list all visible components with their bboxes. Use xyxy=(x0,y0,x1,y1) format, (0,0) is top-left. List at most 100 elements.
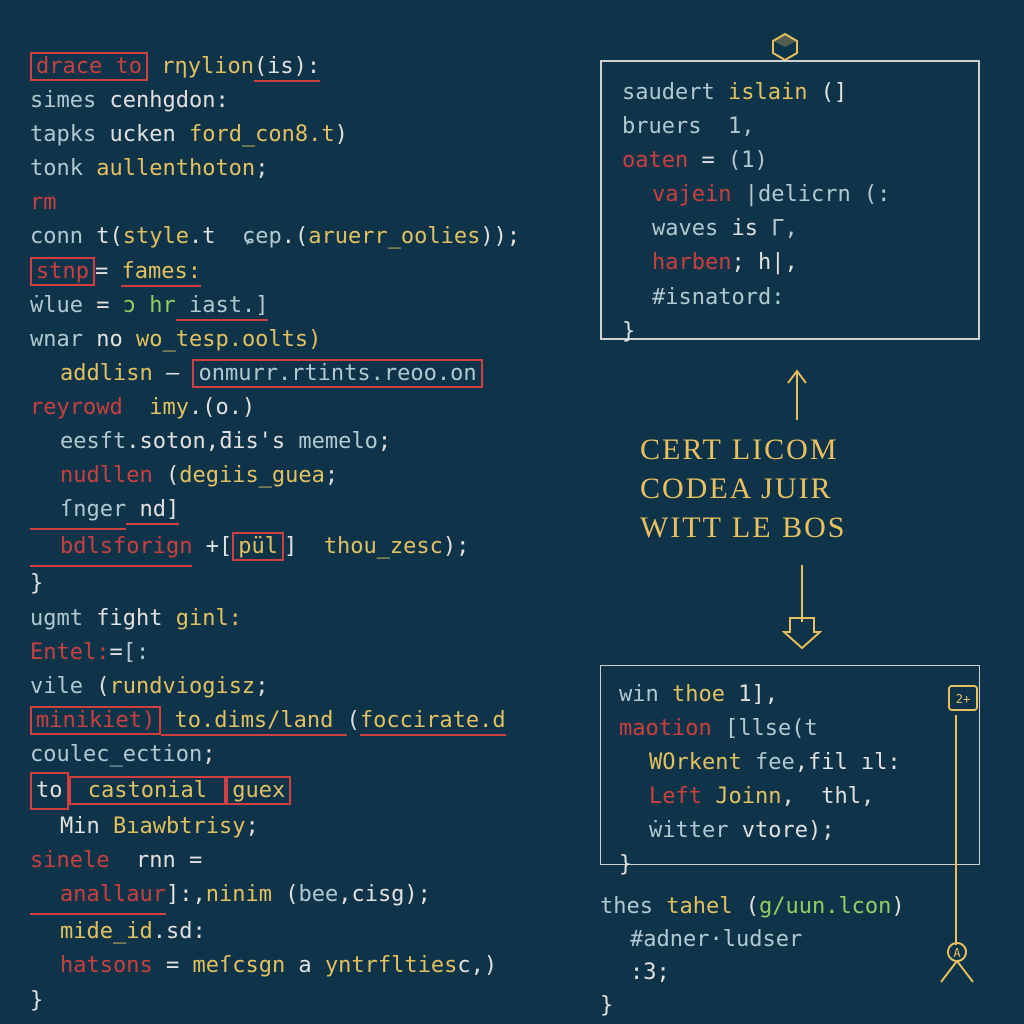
code-token: = xyxy=(95,259,122,284)
code-line: harben; h|, xyxy=(622,246,958,280)
arrow-up-icon xyxy=(782,365,812,425)
code-token: t( xyxy=(83,224,123,249)
code-token: ; h|, xyxy=(731,250,797,275)
code-token: to.dims/land xyxy=(161,708,346,736)
code-token: ] xyxy=(284,534,324,559)
code-token: +[ xyxy=(192,534,232,559)
code-token: saudert xyxy=(622,80,715,105)
code-line: win thoe 1], xyxy=(619,678,961,712)
tag-icon: 2+ xyxy=(945,680,985,720)
code-token: thoe xyxy=(672,682,725,707)
code-token: anallaur xyxy=(30,878,166,915)
code-token: islain xyxy=(715,80,821,105)
code-token: ); xyxy=(443,534,470,559)
code-token: c,) xyxy=(457,953,497,978)
code-token: ɕep xyxy=(242,224,282,249)
code-token: #adner·ludser xyxy=(600,923,802,956)
code-token: ]:, xyxy=(166,882,206,907)
code-token: tahel xyxy=(666,894,732,919)
code-token: } xyxy=(30,571,43,596)
code-line: maotion [llse(t xyxy=(619,712,961,746)
code-token xyxy=(148,54,161,79)
code-line: Left Joinn, thl, xyxy=(619,780,961,814)
code-token: meſcsgn xyxy=(192,953,285,978)
code-token: rundviogisz xyxy=(109,674,255,699)
code-token: WOrkent xyxy=(619,746,742,780)
code-line: drace to rηylion(is): xyxy=(30,50,570,84)
code-line: :3; xyxy=(600,956,980,989)
code-line: coulec_ection; xyxy=(30,738,570,772)
code-token: ginl: xyxy=(176,606,242,631)
code-token: to xyxy=(30,772,69,810)
code-token: |delicrn (: xyxy=(731,182,890,207)
code-token: foccirate.d xyxy=(360,708,506,736)
code-token: win xyxy=(619,682,672,707)
code-token: addlisn xyxy=(30,357,153,391)
code-token: )); xyxy=(480,224,520,249)
code-token: nudllen xyxy=(30,459,153,493)
code-line: mide_id.sd: xyxy=(30,915,570,949)
code-token: .soton,ƌis's xyxy=(126,429,298,454)
code-token: g/uun.lcon xyxy=(759,894,891,919)
code-token: ninim xyxy=(206,882,272,907)
svg-text:2+: 2+ xyxy=(956,692,970,706)
code-token: ) xyxy=(335,122,348,147)
code-token: hatsons xyxy=(30,949,153,983)
code-token: (is): xyxy=(254,54,320,82)
code-token: onmurr.rtints.reoo.on xyxy=(192,359,482,388)
callout-box-bottom: win thoe 1],maotion [llse(tWOrkent fee,f… xyxy=(600,665,980,865)
code-token: – xyxy=(153,361,193,386)
arrow-down-icon xyxy=(782,560,822,650)
code-token: wnar xyxy=(30,327,96,352)
code-token: Min xyxy=(30,810,113,844)
code-token: ɔ hr xyxy=(123,293,176,318)
code-token: is xyxy=(718,216,771,241)
code-token: 1], xyxy=(725,682,778,707)
code-token: = xyxy=(83,293,123,318)
code-token: Γ, xyxy=(771,216,798,241)
code-line: saudert islain (] xyxy=(622,76,958,110)
code-line: } xyxy=(30,567,570,601)
code-token: .sd: xyxy=(153,919,206,944)
code-token: guex xyxy=(226,776,291,805)
code-line: eesft.soton,ƌis's memelo; xyxy=(30,425,570,459)
code-token: (1) xyxy=(728,148,768,173)
code-token: degiis_guea xyxy=(179,463,325,488)
code-token: ; xyxy=(325,463,338,488)
code-token: ( xyxy=(272,882,299,907)
footer-snippet: thes tahel (g/uun.lcon)#adner·ludser:3;} xyxy=(600,890,980,1022)
code-token: maotion xyxy=(619,716,712,741)
code-token: ẇlue xyxy=(30,293,83,318)
code-token: ; xyxy=(202,742,215,767)
code-token: = xyxy=(153,953,193,978)
code-token: } xyxy=(622,319,635,344)
code-token: tonk xyxy=(30,156,96,181)
code-line: Entel:=[: xyxy=(30,636,570,670)
code-token: conn xyxy=(30,224,83,249)
callout-box-top: saudert islain (]bruers 1,oaten = (1)vaj… xyxy=(600,60,980,340)
code-token: yntrflties xyxy=(325,953,457,978)
code-token: } xyxy=(619,852,632,877)
code-token: waves xyxy=(622,212,718,246)
code-line: ſnger nd] xyxy=(30,493,570,530)
code-token: nd] xyxy=(126,497,179,525)
code-line: to castonial guex xyxy=(30,772,570,810)
code-line: vile (rundviogisz; xyxy=(30,670,570,704)
code-line: bdlsforign +[pül] thou_zesc); xyxy=(30,530,570,567)
code-line: wnar no wo_tesp.oolts) xyxy=(30,323,570,357)
code-token: memelo xyxy=(298,429,377,454)
code-token: fames: xyxy=(121,259,200,287)
code-line: waves is Γ, xyxy=(622,212,958,246)
code-line: ẇlue = ɔ hr iast.] xyxy=(30,289,570,323)
code-line: WOrkent fee,fil ıl: xyxy=(619,746,961,780)
code-token: rm xyxy=(30,190,57,215)
code-line: minikiet) to.dims/land (foccirate.d xyxy=(30,704,570,738)
code-token: Bıawbtrisy xyxy=(113,814,245,839)
code-token: thou_zesc xyxy=(324,534,443,559)
code-token: reyrowd xyxy=(30,395,123,420)
code-token: = xyxy=(109,640,122,665)
code-token: ) xyxy=(891,894,904,919)
code-line: vajein |delicrn (: xyxy=(622,178,958,212)
code-token: Entel: xyxy=(30,640,109,665)
code-token: ẇitter xyxy=(619,814,728,848)
